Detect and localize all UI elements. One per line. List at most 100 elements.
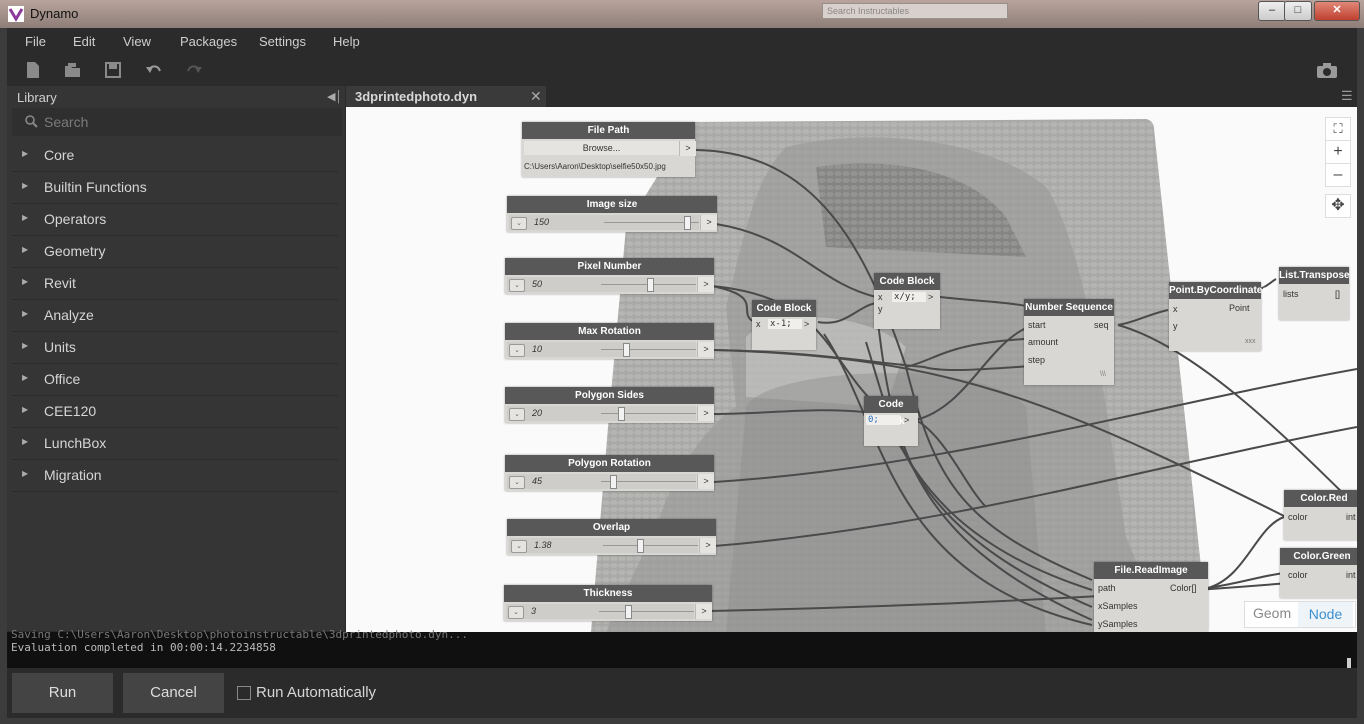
input-port-lists[interactable]: lists: [1283, 289, 1299, 299]
chevron-down-icon[interactable]: ⌄: [509, 344, 525, 357]
camera-icon[interactable]: [1316, 61, 1338, 79]
library-category-revit[interactable]: ▶ Revit: [12, 268, 338, 300]
chevron-down-icon[interactable]: ⌄: [509, 279, 525, 292]
slider-thumb[interactable]: [684, 216, 691, 230]
input-port-y[interactable]: y: [1173, 321, 1178, 331]
undo-icon[interactable]: [145, 61, 163, 79]
menu-file[interactable]: File: [25, 34, 46, 49]
node-number-sequence[interactable]: Number Sequence start amount step seq \\…: [1024, 299, 1114, 385]
library-category-lunchbox[interactable]: ▶ LunchBox: [12, 428, 338, 460]
output-port[interactable]: >: [697, 406, 714, 421]
slider-thumb[interactable]: [637, 539, 644, 553]
node-code-block-3[interactable]: Code Block 0; >: [864, 396, 918, 446]
input-port-color[interactable]: color: [1288, 570, 1308, 580]
output-port[interactable]: >: [699, 538, 716, 553]
node-code-block-1[interactable]: Code Block x x-1; >: [752, 300, 816, 350]
output-port[interactable]: >: [804, 319, 809, 329]
node-file-readimage[interactable]: File.ReadImage path xSamples ySamples Co…: [1094, 562, 1208, 632]
slider-thumb[interactable]: [625, 605, 632, 619]
input-port-x[interactable]: x: [878, 292, 883, 302]
chevron-down-icon[interactable]: ⌄: [509, 408, 525, 421]
slider-track[interactable]: [601, 349, 696, 350]
library-category-cee120[interactable]: ▶ CEE120: [12, 396, 338, 428]
output-port[interactable]: >: [904, 415, 909, 425]
library-category-builtin-functions[interactable]: ▶ Builtin Functions: [12, 172, 338, 204]
slider-thumb[interactable]: [647, 278, 654, 292]
library-category-geometry[interactable]: ▶ Geometry: [12, 236, 338, 268]
output-port[interactable]: >: [695, 604, 712, 619]
node-max-rotation[interactable]: Max Rotation ⌄ 10 >: [505, 323, 714, 359]
library-category-operators[interactable]: ▶ Operators: [12, 204, 338, 236]
input-port-x[interactable]: x: [756, 319, 761, 329]
library-category-office[interactable]: ▶ Office: [12, 364, 338, 396]
library-category-core[interactable]: ▶ Core: [12, 140, 338, 172]
output-port[interactable]: []: [1335, 289, 1340, 299]
library-category-units[interactable]: ▶ Units: [12, 332, 338, 364]
redo-icon[interactable]: [185, 61, 203, 79]
output-port-int[interactable]: int: [1346, 512, 1356, 522]
node-image-size[interactable]: Image size ⌄ 150 >: [507, 196, 717, 232]
run-button[interactable]: Run: [12, 673, 113, 713]
library-search-input[interactable]: Search: [12, 108, 342, 136]
geom-view-button[interactable]: Geom: [1253, 605, 1291, 621]
node-polygon-rotation[interactable]: Polygon Rotation ⌄ 45 >: [505, 455, 714, 491]
input-port-xsamples[interactable]: xSamples: [1098, 601, 1138, 611]
chevron-down-icon[interactable]: ⌄: [511, 217, 527, 230]
slider-track[interactable]: [599, 611, 694, 612]
output-port[interactable]: >: [697, 474, 714, 489]
node-code-block-2[interactable]: Code Block x y x/y; >: [874, 273, 940, 329]
node-color-red[interactable]: Color.Red color int: [1284, 490, 1357, 540]
tab-menu-icon[interactable]: ☰: [1341, 88, 1353, 104]
output-port[interactable]: >: [928, 292, 933, 302]
input-port-ysamples[interactable]: ySamples: [1098, 619, 1138, 629]
menu-view[interactable]: View: [123, 34, 151, 49]
node-file-path[interactable]: File Path Browse... > C:\Users\Aaron\Des…: [522, 122, 696, 177]
input-port-step[interactable]: step: [1028, 355, 1045, 365]
graph-canvas[interactable]: File Path Browse... > C:\Users\Aaron\Des…: [346, 107, 1357, 632]
input-port-path[interactable]: path: [1098, 583, 1116, 593]
menu-settings[interactable]: Settings: [259, 34, 306, 49]
output-port-point[interactable]: Point: [1229, 303, 1250, 313]
zoom-out-button[interactable]: –: [1325, 163, 1351, 187]
library-category-migration[interactable]: ▶ Migration: [12, 460, 338, 492]
pan-icon[interactable]: ✥: [1325, 194, 1351, 218]
menu-packages[interactable]: Packages: [180, 34, 237, 49]
collapse-library-icon[interactable]: ◀│: [327, 90, 342, 103]
run-automatically-checkbox[interactable]: [237, 686, 251, 700]
node-polygon-sides[interactable]: Polygon Sides ⌄ 20 >: [505, 387, 714, 423]
save-icon[interactable]: [104, 61, 122, 79]
input-port-y[interactable]: y: [878, 304, 883, 314]
node-list-transpose[interactable]: List.Transpose lists []: [1279, 267, 1350, 320]
input-port-x[interactable]: x: [1173, 304, 1178, 314]
output-port[interactable]: >: [700, 215, 717, 230]
slider-track[interactable]: [603, 545, 698, 546]
chevron-down-icon[interactable]: ⌄: [508, 606, 524, 619]
node-color-green[interactable]: Color.Green color int: [1280, 548, 1357, 598]
menu-help[interactable]: Help: [333, 34, 360, 49]
slider-track[interactable]: [601, 413, 696, 414]
browser-search-field[interactable]: Search Instructables: [822, 3, 1008, 19]
slider-thumb[interactable]: [618, 407, 625, 421]
close-window-button[interactable]: ✕: [1314, 1, 1360, 21]
slider-thumb[interactable]: [610, 475, 617, 489]
node-pixel-number[interactable]: Pixel Number ⌄ 50 >: [505, 258, 714, 294]
output-port-seq[interactable]: seq: [1094, 320, 1109, 330]
console-scrollbar[interactable]: [1347, 658, 1351, 668]
zoom-fit-icon[interactable]: ⛶: [1325, 117, 1351, 141]
input-port-start[interactable]: start: [1028, 320, 1046, 330]
close-tab-icon[interactable]: ✕: [530, 88, 542, 105]
input-port-amount[interactable]: amount: [1028, 337, 1058, 347]
code-text[interactable]: 0;: [866, 415, 900, 425]
output-port[interactable]: >: [697, 342, 714, 357]
chevron-down-icon[interactable]: ⌄: [511, 540, 527, 553]
input-port-color[interactable]: color: [1288, 512, 1308, 522]
cancel-button[interactable]: Cancel: [123, 673, 224, 713]
browse-button[interactable]: Browse...: [524, 141, 679, 155]
node-thickness[interactable]: Thickness ⌄ 3 >: [504, 585, 712, 621]
output-port-int[interactable]: int: [1346, 570, 1356, 580]
minimize-button[interactable]: –: [1258, 1, 1286, 21]
maximize-button[interactable]: □: [1284, 1, 1312, 21]
open-folder-icon[interactable]: [64, 61, 82, 79]
output-port[interactable]: >: [679, 141, 696, 156]
code-text[interactable]: x-1;: [768, 319, 802, 329]
